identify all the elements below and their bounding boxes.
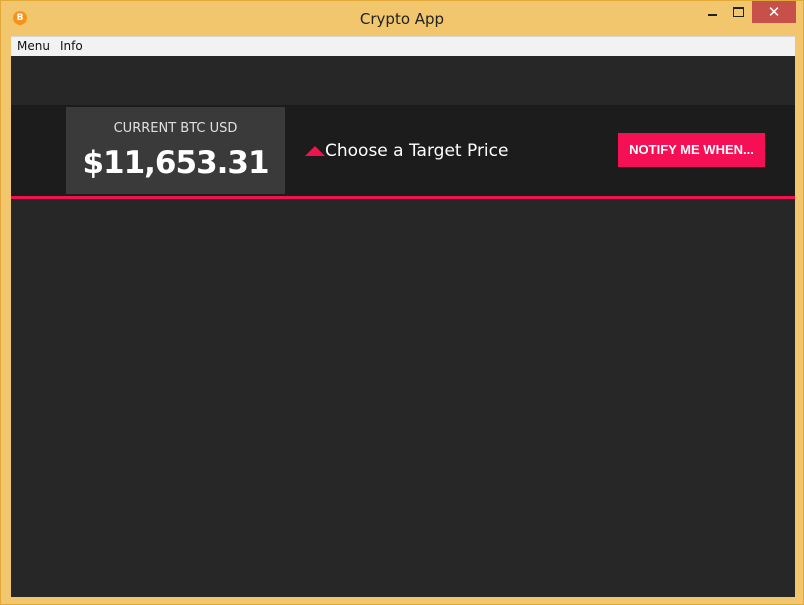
close-button[interactable]: ✕ (752, 1, 796, 23)
price-value: $11,653.31 (82, 145, 269, 181)
notify-me-button[interactable]: NOTIFY ME WHEN... (618, 133, 765, 167)
price-label: CURRENT BTC USD (113, 121, 238, 136)
menu-item-info[interactable]: Info (60, 39, 83, 53)
minimize-button[interactable] (703, 1, 725, 23)
app-window: B Crypto App ✕ Menu Info CURRENT BTC USD… (0, 0, 804, 605)
app-content: CURRENT BTC USD $11,653.31 Choose a Targ… (11, 56, 795, 597)
window-title: Crypto App (359, 10, 445, 28)
triangle-up-icon (305, 146, 325, 156)
title-bar[interactable]: B Crypto App ✕ (1, 1, 803, 35)
accent-divider (11, 196, 795, 199)
target-price-label: Choose a Target Price (325, 141, 509, 161)
current-price-card: CURRENT BTC USD $11,653.31 (66, 107, 285, 194)
menu-bar: Menu Info (11, 36, 795, 56)
price-banner: CURRENT BTC USD $11,653.31 Choose a Targ… (11, 105, 795, 196)
menu-item-menu[interactable]: Menu (17, 39, 50, 53)
maximize-button[interactable] (729, 1, 751, 23)
